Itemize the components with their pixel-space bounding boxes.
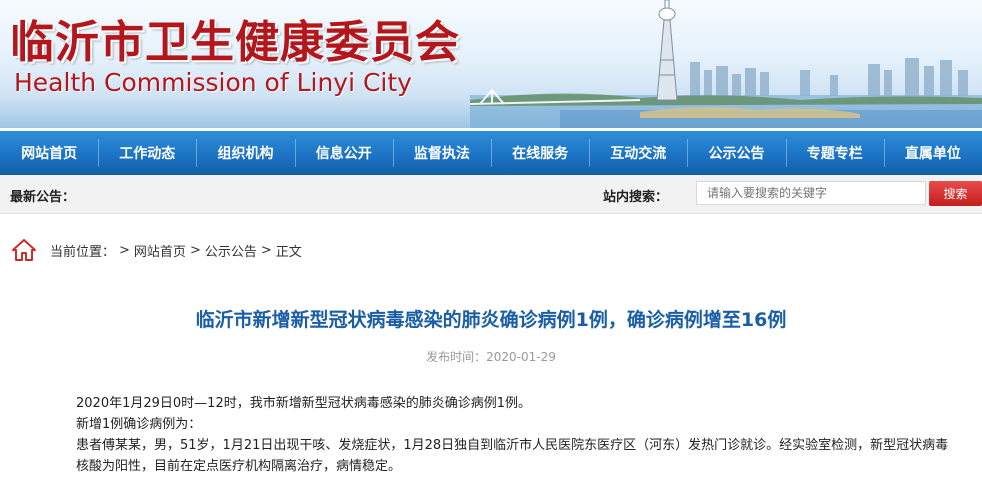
publish-date-value: 2020-01-29 [486, 350, 556, 364]
site-title: 临沂市卫生健康委员会 [10, 17, 460, 68]
article-paragraph: 2020年1月29日0时—12时，我市新增新型冠状病毒感染的肺炎确诊病例1例。 [76, 396, 531, 411]
article-paragraph: 新增1例确诊病例为： [76, 417, 202, 432]
article-title: 临沂市新增新型冠状病毒感染的肺炎确诊病例1例，确诊病例增至16例 [195, 309, 787, 331]
publish-date-label: 发布时间： [426, 350, 487, 364]
breadcrumb: 当前位置： > 网站首页 > 公示公告 > 正文 [12, 235, 302, 265]
nav-item-affiliated-units[interactable]: 直属单位 [883, 131, 982, 175]
site-banner: 临沂市卫生健康委员会 Health Commission of Linyi Ci… [0, 0, 982, 128]
breadcrumb-separator: > [119, 242, 130, 258]
nav-item-info-disclosure[interactable]: 信息公开 [294, 131, 393, 175]
search-input[interactable] [696, 181, 926, 205]
breadcrumb-separator: > [189, 242, 201, 258]
nav-item-online-service[interactable]: 在线服务 [491, 131, 589, 175]
nav-item-interaction[interactable]: 互动交流 [589, 131, 687, 175]
article-publish-date: 发布时间：2020-01-29 [0, 348, 982, 365]
latest-announcement-label: 最新公告： [10, 190, 76, 205]
home-icon [12, 239, 36, 261]
breadcrumb-separator: > [260, 242, 272, 258]
nav-item-special-topics[interactable]: 专题专栏 [785, 131, 884, 175]
breadcrumb-link-announcements[interactable]: 公示公告 [205, 241, 257, 260]
nav-item-supervision[interactable]: 监督执法 [392, 131, 491, 175]
breadcrumb-current: 正文 [275, 244, 302, 260]
site-search-label: 站内搜索： [603, 190, 669, 205]
announcement-bar: 最新公告： 站内搜索： 搜索 [0, 175, 982, 214]
breadcrumb-label: 当前位置： [50, 244, 116, 260]
article-paragraph: 患者傅某某，男，51岁，1月21日出现干咳、发烧症状，1月28日独自到临沂市人民… [76, 438, 949, 474]
nav-item-work-news[interactable]: 工作动态 [98, 131, 196, 175]
article-body: 2020年1月29日0时—12时，我市新增新型冠状病毒感染的肺炎确诊病例1例。 … [76, 393, 956, 477]
breadcrumb-link-home[interactable]: 网站首页 [134, 241, 186, 260]
main-nav: 网站首页 工作动态 组织机构 信息公开 监督执法 在线服务 互动交流 公示公告 … [0, 131, 982, 175]
nav-item-home[interactable]: 网站首页 [0, 131, 98, 175]
nav-item-organization[interactable]: 组织机构 [196, 131, 294, 175]
search-button[interactable]: 搜索 [929, 181, 982, 206]
nav-item-announcements[interactable]: 公示公告 [687, 131, 785, 175]
site-subtitle: Health Commission of Linyi City [14, 68, 412, 97]
